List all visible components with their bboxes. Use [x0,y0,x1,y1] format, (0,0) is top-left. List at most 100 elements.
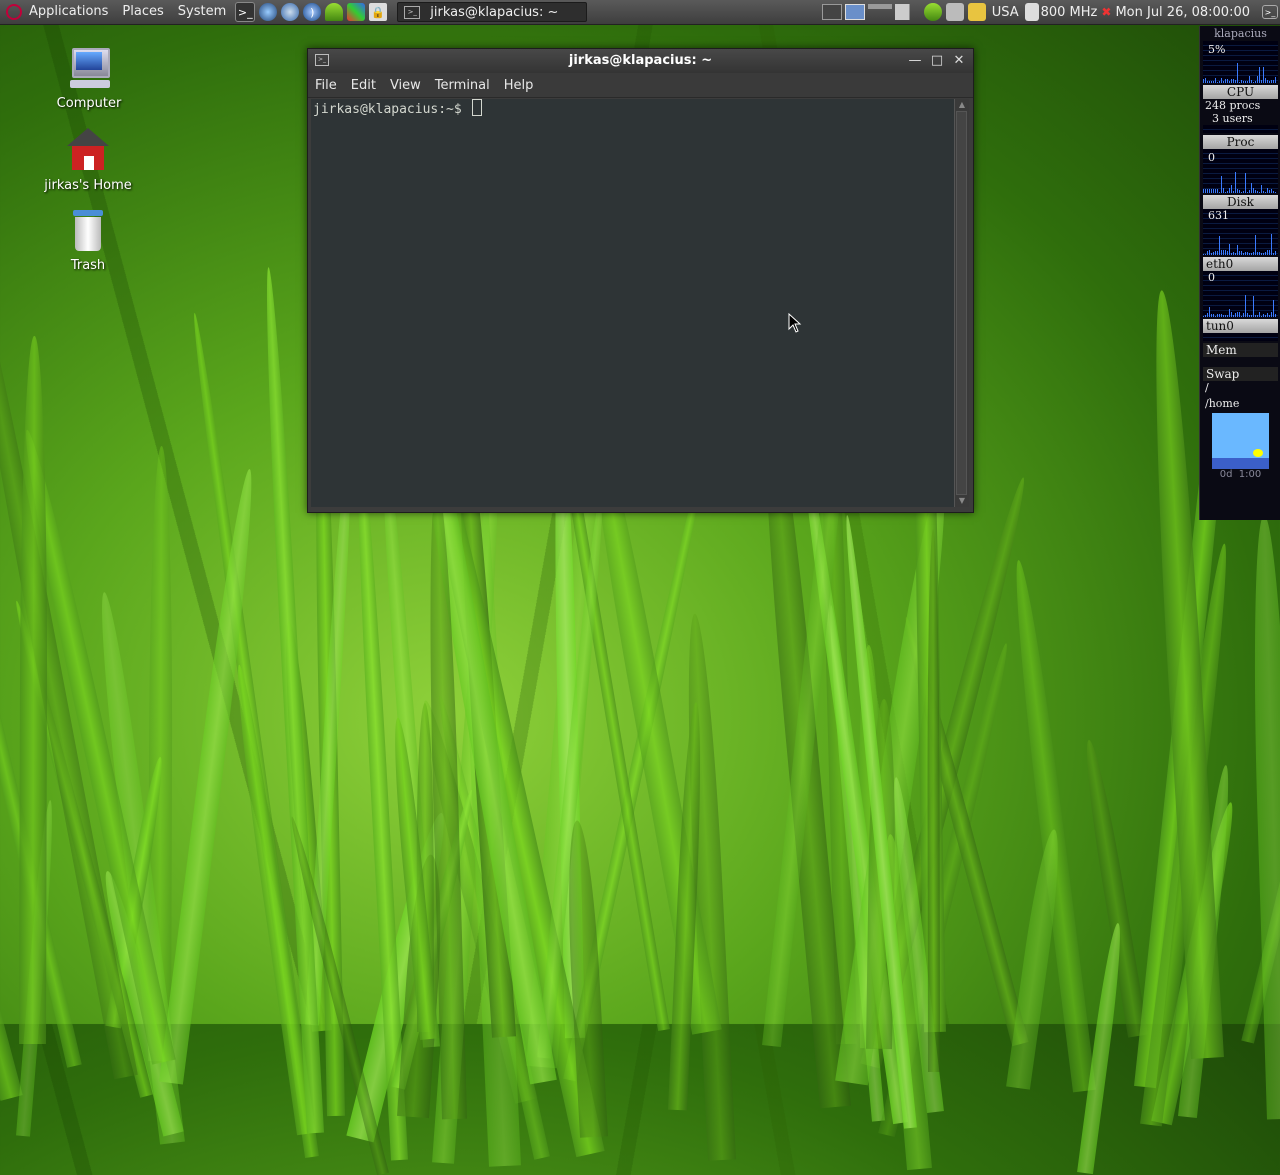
cpu-frequency[interactable]: 800 MHz [1041,5,1098,20]
user-status-icon[interactable] [923,3,942,21]
scroll-down-arrow-icon[interactable]: ▼ [955,495,969,507]
proc-value: 0 [1208,151,1215,164]
debian-logo-icon[interactable] [6,4,22,20]
menu-system[interactable]: System [171,0,233,24]
graph-spike [1259,252,1260,255]
graph-spike [1241,191,1242,193]
graph-spike [1251,182,1252,193]
graph-spike [1219,191,1220,193]
graph-spike [1245,295,1246,317]
network-launcher-icon[interactable]: ) [303,3,322,21]
menu-view[interactable]: View [383,78,428,93]
graph-spike [1263,313,1264,317]
graph-spike [1263,66,1264,83]
terminal-menubar: File Edit View Terminal Help [308,73,973,98]
proc-graph: 0 [1203,149,1278,193]
graph-spike [1233,251,1234,255]
graph-spike [1249,75,1250,83]
graph-spike [1203,189,1204,193]
fs-root-label[interactable]: / [1200,381,1280,394]
menu-file[interactable]: File [308,78,344,93]
menu-terminal[interactable]: Terminal [428,78,497,93]
graph-spike [1219,80,1220,83]
menu-edit[interactable]: Edit [344,78,383,93]
graph-spike [1211,80,1212,83]
minimize-button[interactable]: — [907,53,923,69]
graph-spike [1275,313,1276,317]
graph-spike [1221,313,1222,317]
terminal-task-icon: >_ [404,5,421,19]
menu-places[interactable]: Places [115,0,170,24]
graph-spike [1213,314,1214,317]
graph-spike [1269,190,1270,193]
graph-spike [1275,250,1276,255]
graph-spike [1213,189,1214,193]
fs-home-label[interactable]: /home [1200,397,1280,410]
taskbar-terminal-button[interactable]: >_ jirkas@klapacius: ~ [397,2,588,22]
graph-spike [1217,314,1218,317]
graph-spike [1245,172,1246,193]
apps-launcher-icon[interactable] [347,3,366,21]
terminal-titlebar[interactable]: >_ jirkas@klapacius: ~ — □ ✕ [308,49,973,73]
menu-applications[interactable]: Applications [22,0,115,24]
maximize-button[interactable]: □ [929,53,945,69]
tun0-graph [1203,333,1278,341]
graph-spike [1237,188,1238,193]
graph-spike [1213,252,1214,255]
clock[interactable]: Mon Jul 26, 08:00:00 [1115,5,1250,20]
graph-spike [1245,251,1246,255]
window-title: jirkas@klapacius: ~ [568,53,713,68]
graph-spike [1275,76,1276,83]
workspace-1[interactable] [821,4,842,20]
graph-spike [1267,313,1268,317]
graph-spike [1261,185,1262,193]
trash-icon [65,208,111,254]
desktop-icon-computer[interactable]: Computer [44,46,134,111]
graph-spike [1215,188,1216,193]
gkrellm-hostname: klapacius [1214,27,1267,40]
show-desktop-icon[interactable]: >_ [1262,5,1278,19]
graph-spike [1233,191,1234,193]
graph-spike [1205,314,1206,317]
workspace-3[interactable] [867,4,892,20]
graph-spike [1231,79,1232,83]
graph-spike [1235,172,1236,193]
system-tray: USA 800 MHz ✖ Mon Jul 26, 08:00:00 >_ [821,0,1280,24]
grass-blade [18,335,48,1044]
graph-spike [1271,188,1272,193]
lock-launcher-icon[interactable]: 🔒 [369,3,388,21]
browser-launcher-icon[interactable] [281,3,300,21]
folder-icon[interactable] [967,3,986,21]
volume-muted-icon[interactable]: ✖ [1101,5,1111,19]
proc-count: 248 procs [1205,99,1261,112]
clipboard-icon[interactable] [945,3,964,21]
graph-spike [1221,78,1222,83]
scroll-thumb[interactable] [956,111,967,495]
terminal-scrollbar[interactable]: ▲ ▼ [954,99,969,507]
graph-spike [1249,314,1250,317]
workspace-4[interactable] [894,4,919,20]
desktop-icon-trash[interactable]: Trash [43,208,133,273]
user-launcher-icon[interactable] [325,3,344,21]
workspace-2[interactable] [844,4,865,20]
scroll-up-arrow-icon[interactable]: ▲ [955,99,969,111]
keyboard-layout[interactable]: USA [992,5,1019,20]
graph-spike [1223,250,1224,255]
graph-spike [1255,314,1256,317]
graph-spike [1257,75,1258,83]
graph-spike [1215,250,1216,255]
close-button[interactable]: ✕ [951,53,967,69]
graph-spike [1257,252,1258,255]
desktop-icon-home[interactable]: jirkas's Home [43,128,133,193]
menu-help[interactable]: Help [497,78,541,93]
disk-header: Disk [1203,195,1278,209]
disk-value: 631 [1208,209,1229,222]
graph-spike [1203,315,1204,317]
graph-spike [1263,190,1264,193]
graph-spike [1223,81,1224,83]
uptime: 0d 1:00 [1219,469,1262,480]
uptime-duck-icon [1212,413,1269,469]
terminal-launcher-icon[interactable]: >_ [235,2,256,22]
terminal-content[interactable]: jirkas@klapacius:~$ [311,99,954,507]
thunderbird-launcher-icon[interactable] [259,3,278,21]
